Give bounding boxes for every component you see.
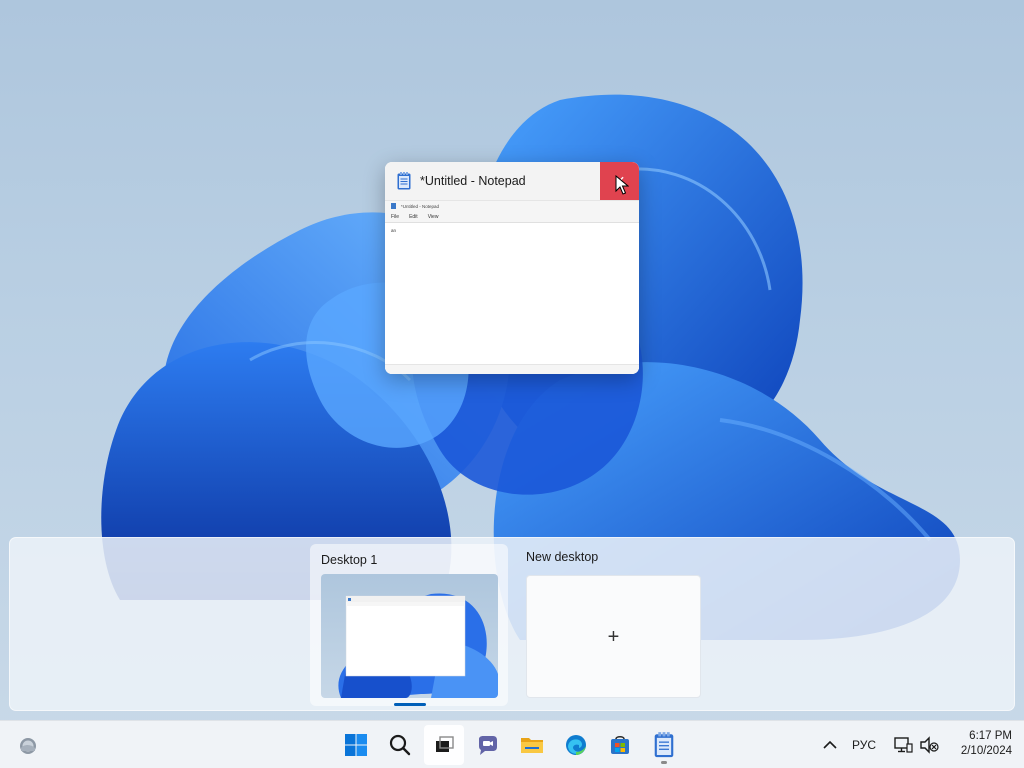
preview-statusbar — [385, 364, 639, 374]
preview-menu-file: File — [391, 213, 400, 220]
search-button[interactable] — [380, 725, 420, 765]
desktop-card-1[interactable]: Desktop 1 — [310, 544, 508, 706]
new-desktop-label: New desktop — [526, 550, 599, 564]
preview-menu-edit: Edit — [409, 213, 418, 220]
mouse-cursor-icon — [615, 175, 629, 195]
notepad-icon — [397, 172, 411, 190]
taskbar-apps — [336, 725, 684, 765]
preview-menu-view: View — [427, 213, 439, 220]
taskbar: РУС 6:17 PM 2/10/2024 — [0, 720, 1024, 768]
virtual-desktops-bar: Desktop 1 New desktop + — [9, 537, 1015, 711]
window-title: *Untitled - Notepad — [420, 174, 526, 188]
network-icon[interactable] — [893, 735, 913, 755]
task-view-icon — [436, 736, 454, 752]
new-desktop-card[interactable]: New desktop + — [515, 544, 713, 706]
edge-button[interactable] — [556, 725, 596, 765]
plus-icon: + — [607, 625, 620, 648]
input-language-indicator[interactable]: РУС — [852, 738, 876, 752]
desktop-thumbnail-wallpaper — [338, 593, 498, 698]
clock-time: 6:17 PM — [969, 730, 1012, 742]
preview-notepad-icon — [391, 203, 396, 209]
preview-titlebar: *Untitled - Notepad — [385, 201, 639, 211]
notepad-taskbar-button[interactable] — [644, 725, 684, 765]
search-icon — [389, 734, 411, 756]
window-preview[interactable]: *Untitled - Notepad File Edit View an — [385, 200, 639, 374]
task-view-window-notepad[interactable]: *Untitled - Notepad ✕ *Untitled - Notepa… — [385, 162, 639, 374]
preview-body: an — [385, 223, 639, 363]
clock-date: 2/10/2024 — [960, 745, 1012, 757]
edge-icon — [566, 735, 586, 755]
start-button[interactable] — [336, 725, 376, 765]
volume-muted-icon[interactable] — [919, 735, 939, 755]
clock[interactable]: 6:17 PM 2/10/2024 — [946, 729, 1012, 759]
folder-icon — [521, 738, 543, 753]
running-indicator — [661, 761, 667, 764]
weather-widget-icon[interactable] — [16, 733, 40, 757]
preview-menu: File Edit View — [385, 211, 639, 223]
store-icon — [611, 736, 629, 754]
active-desktop-indicator — [394, 703, 426, 706]
store-button[interactable] — [600, 725, 640, 765]
file-explorer-button[interactable] — [512, 725, 552, 765]
preview-text: an — [391, 228, 397, 233]
notepad-icon — [654, 732, 674, 758]
chat-button[interactable] — [468, 725, 508, 765]
teams-chat-icon — [479, 736, 497, 755]
desktop-label: Desktop 1 — [321, 553, 378, 567]
window-header: *Untitled - Notepad ✕ — [385, 162, 639, 200]
desktop-thumbnail[interactable] — [321, 574, 498, 698]
task-view-button[interactable] — [424, 725, 464, 765]
windows-logo-icon — [345, 734, 367, 756]
chevron-up-icon[interactable] — [820, 735, 840, 755]
preview-title: *Untitled - Notepad — [401, 203, 440, 209]
new-desktop-button[interactable]: + — [526, 575, 701, 698]
